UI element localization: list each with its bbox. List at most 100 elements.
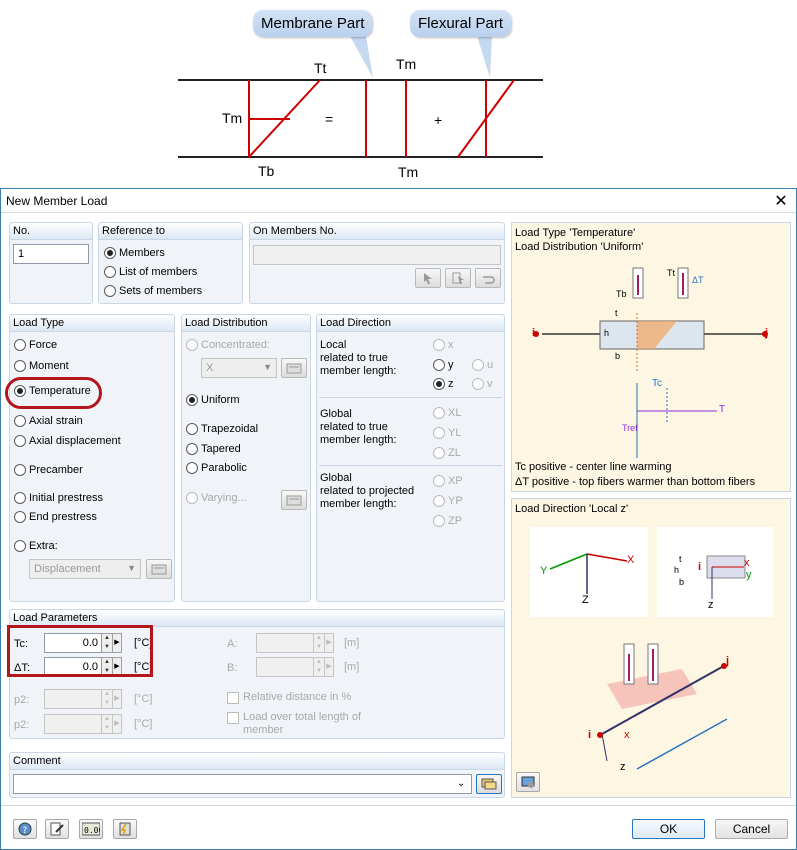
direction-zp-radio[interactable]: ZP: [433, 515, 462, 527]
no-input[interactable]: 1: [13, 244, 89, 264]
radio-label: YL: [448, 427, 462, 439]
direction-u-radio[interactable]: u: [472, 359, 493, 371]
a-input[interactable]: [256, 633, 314, 653]
radio-dot: [14, 360, 26, 372]
direction-x-radio[interactable]: x: [433, 339, 454, 351]
distribution-uniform-radio[interactable]: Uniform: [186, 394, 240, 406]
clear-selection-icon[interactable]: [475, 268, 501, 288]
direction-zl-radio[interactable]: ZL: [433, 447, 461, 459]
direction-z-radio[interactable]: z: [433, 378, 454, 390]
callout-flexural: Flexural Part: [410, 10, 512, 37]
spin-arrow-icon[interactable]: ▶: [113, 714, 122, 734]
varying-edit-icon[interactable]: [281, 490, 307, 510]
radio-dot: [104, 285, 116, 297]
p2a-input[interactable]: [44, 689, 102, 709]
help-icon[interactable]: ?: [13, 819, 37, 839]
spin-updown-icon[interactable]: ▲ ▼: [102, 714, 113, 734]
close-icon[interactable]: ✕: [772, 191, 790, 211]
radio-label: XL: [448, 407, 462, 419]
load-over-total-checkbox[interactable]: Load over total length of member: [227, 711, 361, 737]
radio-dot: [104, 247, 116, 259]
ok-button[interactable]: OK: [632, 819, 705, 839]
spin-updown-icon[interactable]: ▲ ▼: [314, 657, 325, 677]
direction-xp-radio[interactable]: XP: [433, 475, 463, 487]
radio-dot: [472, 359, 484, 371]
p2a-spinner[interactable]: ▲ ▼ ▶: [44, 689, 122, 709]
fig-h: h: [604, 328, 610, 338]
fig-tref: Tref: [622, 423, 638, 433]
spin-arrow-icon[interactable]: ▶: [325, 633, 334, 653]
on-members-input[interactable]: [253, 245, 501, 265]
p2b-input[interactable]: [44, 714, 102, 734]
fig-x-c: x: [624, 729, 630, 741]
load-distribution-title: Load Distribution: [182, 315, 310, 332]
distribution-varying-radio[interactable]: Varying...: [186, 492, 247, 504]
preview-options-icon[interactable]: [516, 772, 540, 792]
local-direction-label: Local related to true member length:: [320, 339, 397, 377]
radio-label: u: [487, 359, 494, 371]
distribution-trapezoidal-radio[interactable]: Trapezoidal: [186, 423, 258, 435]
temperature-figure: [533, 267, 768, 458]
units-icon[interactable]: 0.00: [79, 819, 103, 839]
edit-icon[interactable]: [45, 819, 69, 839]
load-type-precamber-radio[interactable]: Precamber: [14, 464, 83, 476]
temperature-highlight: [5, 377, 102, 409]
select-list-icon[interactable]: [445, 268, 471, 288]
extra-edit-icon[interactable]: [146, 559, 172, 579]
direction-xl-radio[interactable]: XL: [433, 407, 461, 419]
p2b-spinner[interactable]: ▲ ▼ ▶: [44, 714, 122, 734]
comment-input[interactable]: [13, 774, 472, 794]
radio-label: Moment: [29, 360, 69, 372]
radio-label: ZL: [448, 447, 461, 459]
no-title: No.: [10, 223, 92, 240]
reference-list-radio[interactable]: List of members: [104, 266, 197, 278]
load-type-force-radio[interactable]: Force: [14, 339, 57, 351]
spin-arrow-icon[interactable]: ▶: [325, 657, 334, 677]
direction-y-radio[interactable]: y: [433, 359, 454, 371]
direction-v-radio[interactable]: v: [472, 378, 493, 390]
label-tm-bottom: Tm: [398, 164, 419, 180]
radio-label: z: [448, 378, 454, 390]
reference-members-radio[interactable]: Members: [104, 247, 165, 259]
fig-h-b: h: [674, 565, 680, 575]
radio-dot: [14, 415, 26, 427]
load-type-moment-radio[interactable]: Moment: [14, 360, 69, 372]
pick-member-icon[interactable]: [415, 268, 441, 288]
radio-label: List of members: [119, 266, 198, 278]
divider: [319, 397, 502, 398]
direction-yl-radio[interactable]: YL: [433, 427, 461, 439]
distribution-tapered-radio[interactable]: Tapered: [186, 443, 241, 455]
load-type-extra-radio[interactable]: Extra:: [14, 540, 58, 552]
reference-sets-radio[interactable]: Sets of members: [104, 285, 202, 297]
load-type-axial-strain-radio[interactable]: Axial strain: [14, 415, 83, 427]
load-type-initial-prestress-radio[interactable]: Initial prestress: [14, 492, 103, 504]
svg-text:0.00: 0.00: [84, 826, 100, 835]
concentrated-edit-icon[interactable]: [281, 358, 307, 378]
distribution-concentrated-radio[interactable]: Concentrated:: [186, 339, 270, 351]
spin-arrow-icon[interactable]: ▶: [113, 689, 122, 709]
radio-label: ZP: [448, 515, 463, 527]
calculator-icon[interactable]: [113, 819, 137, 839]
comment-library-icon[interactable]: [476, 774, 502, 794]
load-type-end-prestress-radio[interactable]: End prestress: [14, 511, 97, 523]
reference-title: Reference to: [99, 223, 242, 240]
radio-label: Axial displacement: [29, 435, 121, 447]
b-spinner[interactable]: ▲ ▼ ▶: [256, 657, 334, 677]
radio-label: Concentrated:: [201, 339, 271, 351]
distribution-parabolic-radio[interactable]: Parabolic: [186, 462, 247, 474]
a-spinner[interactable]: ▲ ▼ ▶: [256, 633, 334, 653]
load-type-axial-displacement-radio[interactable]: Axial displacement: [14, 435, 121, 447]
radio-dot: [14, 339, 26, 351]
cancel-button[interactable]: Cancel: [715, 819, 788, 839]
preview-caption-dt: ΔT positive - top fibers warmer than bot…: [515, 476, 756, 488]
spin-updown-icon[interactable]: ▲ ▼: [314, 633, 325, 653]
concentrated-type-select[interactable]: X ▼: [201, 358, 277, 378]
spin-updown-icon[interactable]: ▲ ▼: [102, 689, 113, 709]
chevron-down-icon[interactable]: ⌄: [457, 778, 465, 789]
relative-distance-checkbox[interactable]: Relative distance in %: [227, 691, 351, 704]
b-input[interactable]: [256, 657, 314, 677]
direction-yp-radio[interactable]: YP: [433, 495, 463, 507]
extra-type-select[interactable]: Displacement ▼: [29, 559, 141, 579]
radio-dot: [104, 266, 116, 278]
radio-label: YP: [448, 495, 463, 507]
